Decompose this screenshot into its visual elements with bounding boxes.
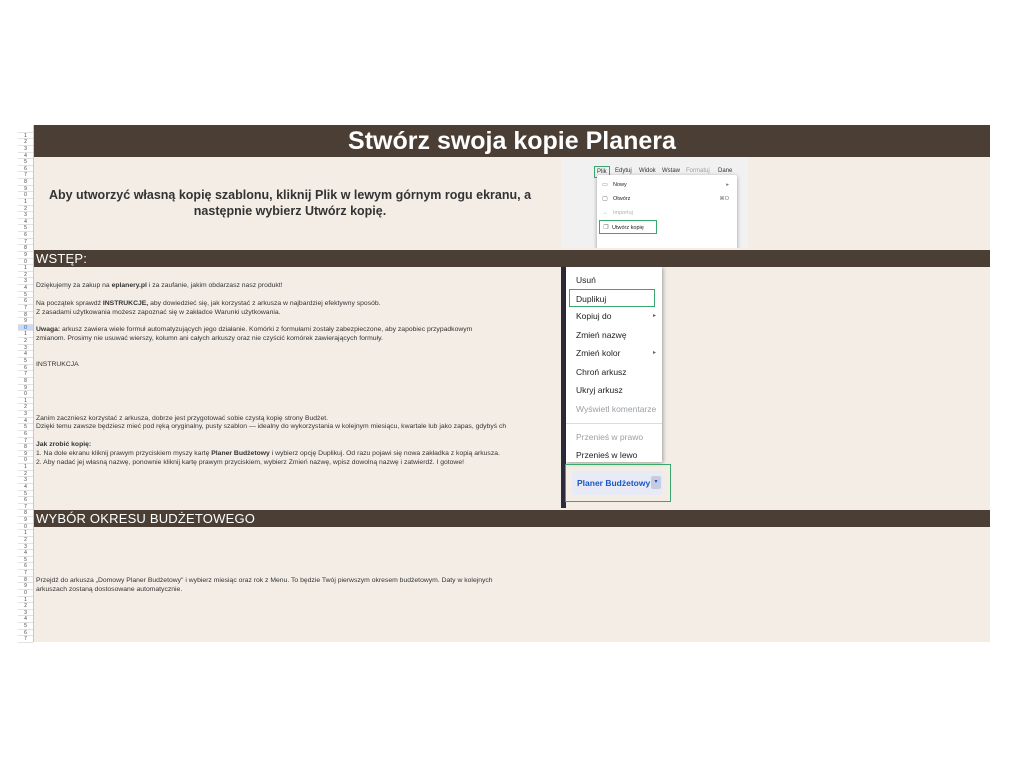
dropdown-item-new: ▭ Nowy ▸ <box>597 178 737 192</box>
file-menu-screenshot: Plik Edytuj Widok Wstaw Formatuj Dane ▭ … <box>561 157 748 248</box>
section-header-wybor: WYBÓR OKRESU BUDŻETOWEGO <box>34 510 990 527</box>
document-icon: ▭ <box>602 182 608 188</box>
sheet-tab-label: Planer Budżetowy <box>577 478 651 488</box>
section-title: WSTĘP: <box>36 251 88 266</box>
text-select-period-cont: arkuszach zostaną dostosowane automatycz… <box>36 586 183 593</box>
sheet-content: Stwórz swoja kopie Planera Aby utworzyć … <box>34 125 990 642</box>
text-warning: Uwaga: arkusz zawiera wiele formuł autom… <box>36 326 473 333</box>
text-step-1: 1. Na dole ekranu kliknij prawym przycis… <box>36 450 500 457</box>
text-step-2: 2. Aby nadać jej własną nazwę, ponownie … <box>36 459 465 466</box>
text-how-to: Jak zrobić kopię: <box>36 441 92 448</box>
spreadsheet: 1234567890123456789012345678901234567890… <box>18 125 990 643</box>
intro-instruction: Aby utworzyć własną kopię szablonu, klik… <box>34 187 546 219</box>
context-item-duplicate: Duplikuj <box>569 289 655 307</box>
context-menu: Usuń Duplikuj Kopiuj do ▸ Zmień nazwę Zmi… <box>566 267 662 462</box>
context-item-change-color: Zmień kolor ▸ <box>566 344 662 362</box>
file-dropdown: ▭ Nowy ▸ ▢ Otwórz ⌘O → Importuj ❐ Utwórz… <box>597 175 737 248</box>
context-item-move-right: Przenieś w prawo <box>576 432 644 442</box>
section-title: WYBÓR OKRESU BUDŻETOWEGO <box>36 511 256 526</box>
dropdown-item-make-copy: ❐ Utwórz kopię <box>599 220 657 234</box>
context-item-delete: Usuń <box>576 275 596 285</box>
chevron-right-icon: ▸ <box>652 313 656 319</box>
row-gridline <box>18 642 33 643</box>
row-number-column: 1234567890123456789012345678901234567890… <box>18 125 34 643</box>
context-item-show-comments: Wyświetl komentarze <box>576 404 657 414</box>
page-title: Stwórz swoja kopie Planera <box>348 127 676 155</box>
text-thanks: Dziękujemy za zakup na eplanery.pl i za … <box>36 282 283 289</box>
text-check-instructions: Na początek sprawdź INSTRUKCJE, aby dowi… <box>36 300 381 307</box>
context-item-rename: Zmień nazwę <box>576 330 627 340</box>
text-warning-cont: zmianom. Prosimy nie usuwać wierszy, kol… <box>36 335 383 342</box>
intro-line-2: następnie wybierz Utwórz kopię. <box>193 204 387 218</box>
text-terms: Z zasadami użytkowania możesz zapoznać s… <box>36 309 281 316</box>
context-item-protect: Chroń arkusz <box>576 367 627 377</box>
chevron-right-icon: ▸ <box>652 350 656 356</box>
context-item-copy-to: Kopiuj do ▸ <box>566 307 662 325</box>
dropdown-item-open: ▢ Otwórz ⌘O <box>597 192 737 206</box>
context-item-move-left: Przenieś w lewo <box>576 450 638 460</box>
context-item-hide: Ukryj arkusz <box>576 385 623 395</box>
dropdown-item-import: → Importuj <box>597 206 737 220</box>
caret-down-icon: ▾ <box>651 476 661 489</box>
text-select-period: Przejdź do arkusza „Domowy Planer Budżet… <box>36 577 493 584</box>
import-icon: → <box>602 210 608 216</box>
title-band: Stwórz swoja kopie Planera <box>34 125 990 157</box>
folder-icon: ▢ <box>602 196 608 202</box>
copy-icon: ❐ <box>603 225 609 231</box>
text-instrukcja: INSTRUKCJA <box>36 361 79 368</box>
menu-divider <box>566 423 662 424</box>
context-menu-screenshot: Usuń Duplikuj Kopiuj do ▸ Zmień nazwę Zmi… <box>561 267 684 508</box>
text-copy-benefit: Dzięki temu zawsze będziesz mieć pod ręk… <box>36 423 507 430</box>
intro-line-1: Aby utworzyć własną kopię szablonu, klik… <box>48 188 532 202</box>
section-header-wstep: WSTĘP: <box>34 250 990 267</box>
